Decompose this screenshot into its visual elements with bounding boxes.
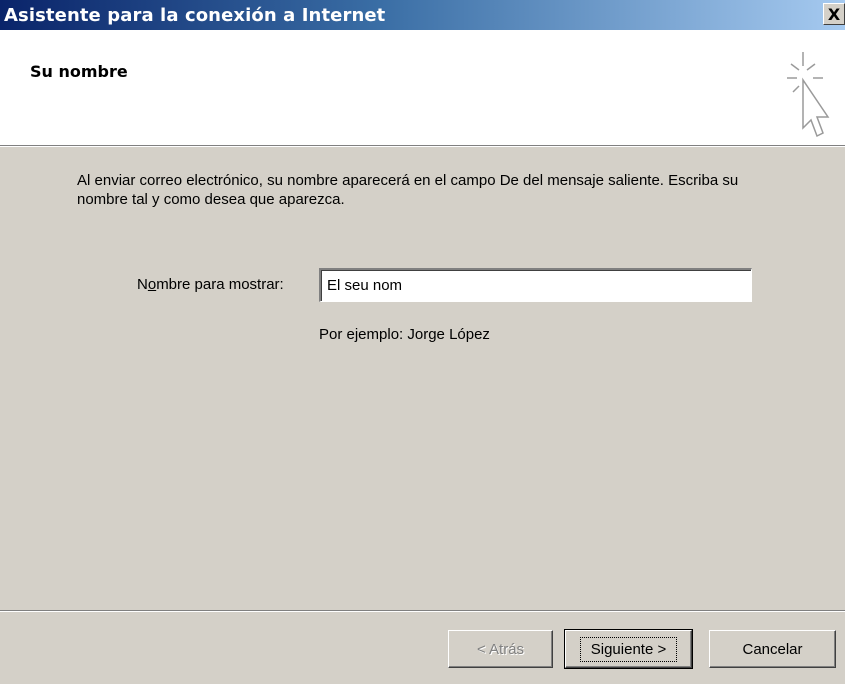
- window-title: Asistente para la conexión a Internet: [4, 4, 386, 26]
- wizard-header: Su nombre: [0, 30, 845, 145]
- cancel-button[interactable]: Cancelar: [709, 630, 836, 668]
- wizard-window: Asistente para la conexión a Internet X …: [0, 0, 845, 684]
- label-part: mbre para mostrar:: [156, 276, 284, 293]
- cancel-button-label: Cancelar: [742, 640, 803, 658]
- example-text: Por ejemplo: Jorge López: [319, 326, 490, 343]
- label-accelerator: o: [147, 276, 157, 293]
- next-button[interactable]: Siguiente >: [565, 630, 692, 668]
- display-name-label: Nombre para mostrar:: [137, 276, 284, 293]
- title-bar[interactable]: Asistente para la conexión a Internet X: [0, 0, 845, 30]
- page-title: Su nombre: [30, 62, 128, 81]
- header-divider-highlight: [0, 146, 845, 147]
- wizard-cursor-icon: [787, 52, 830, 138]
- display-name-input[interactable]: [319, 268, 752, 302]
- label-part: N: [137, 276, 148, 293]
- close-icon: X: [827, 4, 841, 24]
- next-button-label: Siguiente >: [579, 636, 678, 662]
- close-button[interactable]: X: [823, 3, 845, 25]
- instruction-text: Al enviar correo electrónico, su nombre …: [77, 172, 739, 208]
- back-button-label: < Atrás: [476, 640, 525, 658]
- footer-divider-highlight: [0, 611, 845, 612]
- back-button[interactable]: < Atrás: [448, 630, 553, 668]
